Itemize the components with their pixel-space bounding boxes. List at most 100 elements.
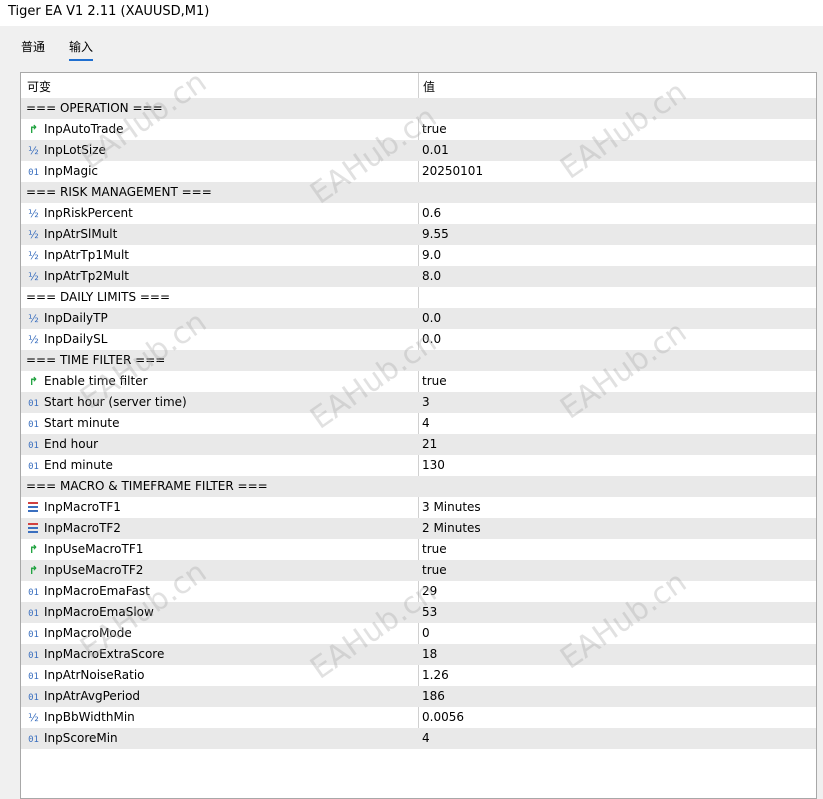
input-name-text: InpAutoTrade	[44, 122, 124, 136]
input-row[interactable]: ↱ InpUseMacroTF1 true	[21, 539, 816, 560]
input-name-text: InpUseMacroTF2	[44, 563, 144, 577]
input-name: ½ InpRiskPercent	[26, 206, 133, 220]
integer-icon: 01	[28, 462, 39, 472]
input-row[interactable]: 01 InpMacroExtraScore 18	[21, 644, 816, 665]
input-value[interactable]: 3 Minutes	[422, 500, 481, 514]
input-name: === OPERATION ===	[26, 101, 163, 115]
input-value[interactable]: 0	[422, 626, 430, 640]
input-row[interactable]: 01 InpAtrNoiseRatio 1.26	[21, 665, 816, 686]
input-value[interactable]: 9.55	[422, 227, 449, 241]
input-value[interactable]: 4	[422, 416, 430, 430]
input-name: === DAILY LIMITS ===	[26, 290, 170, 304]
section-row[interactable]: === RISK MANAGEMENT ===	[21, 182, 816, 203]
input-value[interactable]: 2 Minutes	[422, 521, 481, 535]
input-value[interactable]: 20250101	[422, 164, 483, 178]
integer-icon: 01	[28, 420, 39, 430]
column-header-value[interactable]: 值	[423, 78, 435, 95]
input-row[interactable]: InpMacroTF2 2 Minutes	[21, 518, 816, 539]
input-row[interactable]: 01 InpScoreMin 4	[21, 728, 816, 749]
input-row[interactable]: ½ InpAtrTp1Mult 9.0	[21, 245, 816, 266]
integer-icon: 01	[28, 651, 39, 661]
input-value[interactable]: true	[422, 122, 447, 136]
fraction-icon: ½	[28, 711, 39, 724]
inputs-table: 可变 值 === OPERATION === ↱ InpAutoTrade true ½…	[20, 65, 817, 799]
section-row[interactable]: === DAILY LIMITS ===	[21, 287, 816, 308]
input-name-text: === MACRO & TIMEFRAME FILTER ===	[26, 479, 268, 493]
input-row[interactable]: 01 InpMacroEmaFast 29	[21, 581, 816, 602]
input-row[interactable]: ½ InpRiskPercent 0.6	[21, 203, 816, 224]
integer-icon: 01	[28, 168, 39, 178]
input-value[interactable]: 53	[422, 605, 437, 619]
input-name: 01 InpMacroEmaFast	[26, 584, 150, 598]
section-row[interactable]: === OPERATION ===	[21, 98, 816, 119]
input-value[interactable]: 0.0056	[422, 710, 464, 724]
input-value[interactable]: 0.0	[422, 332, 441, 346]
input-value[interactable]: 8.0	[422, 269, 441, 283]
input-row[interactable]: ½ InpLotSize 0.01	[21, 140, 816, 161]
input-row[interactable]: ½ InpDailySL 0.0	[21, 329, 816, 350]
input-name-text: Enable time filter	[44, 374, 148, 388]
input-name-text: InpMacroExtraScore	[44, 647, 165, 661]
input-value[interactable]: 21	[422, 437, 437, 451]
integer-icon: 01	[28, 609, 39, 619]
arrow-branch-icon: ↱	[28, 564, 39, 577]
integer-icon: 01	[28, 399, 39, 409]
input-row[interactable]: ½ InpAtrSlMult 9.55	[21, 224, 816, 245]
input-name: InpMacroTF2	[26, 521, 121, 535]
input-name: 01 Start minute	[26, 416, 119, 430]
input-value[interactable]: 9.0	[422, 248, 441, 262]
input-row[interactable]: 01 InpMagic 20250101	[21, 161, 816, 182]
input-row[interactable]: ½ InpBbWidthMin 0.0056	[21, 707, 816, 728]
input-row[interactable]: ↱ Enable time filter true	[21, 371, 816, 392]
input-row[interactable]: ↱ InpUseMacroTF2 true	[21, 560, 816, 581]
input-value[interactable]: true	[422, 542, 447, 556]
input-row[interactable]: 01 Start hour (server time) 3	[21, 392, 816, 413]
arrow-branch-icon: ↱	[28, 375, 39, 388]
input-name-text: InpAtrSlMult	[44, 227, 118, 241]
input-value[interactable]: 1.26	[422, 668, 449, 682]
input-value[interactable]: true	[422, 374, 447, 388]
input-row[interactable]: ½ InpAtrTp2Mult 8.0	[21, 266, 816, 287]
input-value[interactable]: 4	[422, 731, 430, 745]
input-name: === RISK MANAGEMENT ===	[26, 185, 212, 199]
input-row[interactable]: ½ InpDailyTP 0.0	[21, 308, 816, 329]
section-row[interactable]: === TIME FILTER ===	[21, 350, 816, 371]
enum-list-icon	[26, 502, 41, 512]
fraction-icon: ½	[28, 312, 39, 325]
tab-bar: 普通 输入	[0, 28, 823, 61]
input-name: ½ InpDailyTP	[26, 311, 108, 325]
input-value[interactable]: true	[422, 563, 447, 577]
window-title: Tiger EA V1 2.11 (XAUUSD,M1)	[0, 0, 823, 26]
input-value[interactable]: 130	[422, 458, 445, 472]
input-row[interactable]: 01 End hour 21	[21, 434, 816, 455]
section-row[interactable]: === MACRO & TIMEFRAME FILTER ===	[21, 476, 816, 497]
input-name: === MACRO & TIMEFRAME FILTER ===	[26, 479, 268, 493]
input-row[interactable]: ↱ InpAutoTrade true	[21, 119, 816, 140]
input-value[interactable]: 18	[422, 647, 437, 661]
input-value[interactable]: 0.01	[422, 143, 449, 157]
input-name: ↱ InpAutoTrade	[26, 122, 124, 136]
input-row[interactable]: 01 InpMacroMode 0	[21, 623, 816, 644]
input-name: ½ InpAtrSlMult	[26, 227, 117, 241]
input-name-text: InpMacroTF2	[44, 521, 121, 535]
input-value[interactable]: 0.0	[422, 311, 441, 325]
input-name: 01 InpScoreMin	[26, 731, 118, 745]
input-row[interactable]: 01 Start minute 4	[21, 413, 816, 434]
fraction-icon: ½	[28, 207, 39, 220]
input-row[interactable]: 01 InpMacroEmaSlow 53	[21, 602, 816, 623]
tab-common[interactable]: 普通	[21, 38, 45, 55]
input-value[interactable]: 186	[422, 689, 445, 703]
input-row[interactable]: 01 InpAtrAvgPeriod 186	[21, 686, 816, 707]
integer-icon: 01	[28, 588, 39, 598]
input-value[interactable]: 3	[422, 395, 430, 409]
input-value[interactable]: 0.6	[422, 206, 441, 220]
fraction-icon: ½	[28, 228, 39, 241]
arrow-branch-icon: ↱	[28, 543, 39, 556]
input-name-text: InpAtrAvgPeriod	[44, 689, 141, 703]
input-row[interactable]: 01 End minute 130	[21, 455, 816, 476]
input-row[interactable]: InpMacroTF1 3 Minutes	[21, 497, 816, 518]
column-header-variable[interactable]: 可变	[27, 78, 51, 95]
input-name: 01 InpMacroExtraScore	[26, 647, 164, 661]
tab-inputs[interactable]: 输入	[69, 38, 94, 61]
input-value[interactable]: 29	[422, 584, 437, 598]
